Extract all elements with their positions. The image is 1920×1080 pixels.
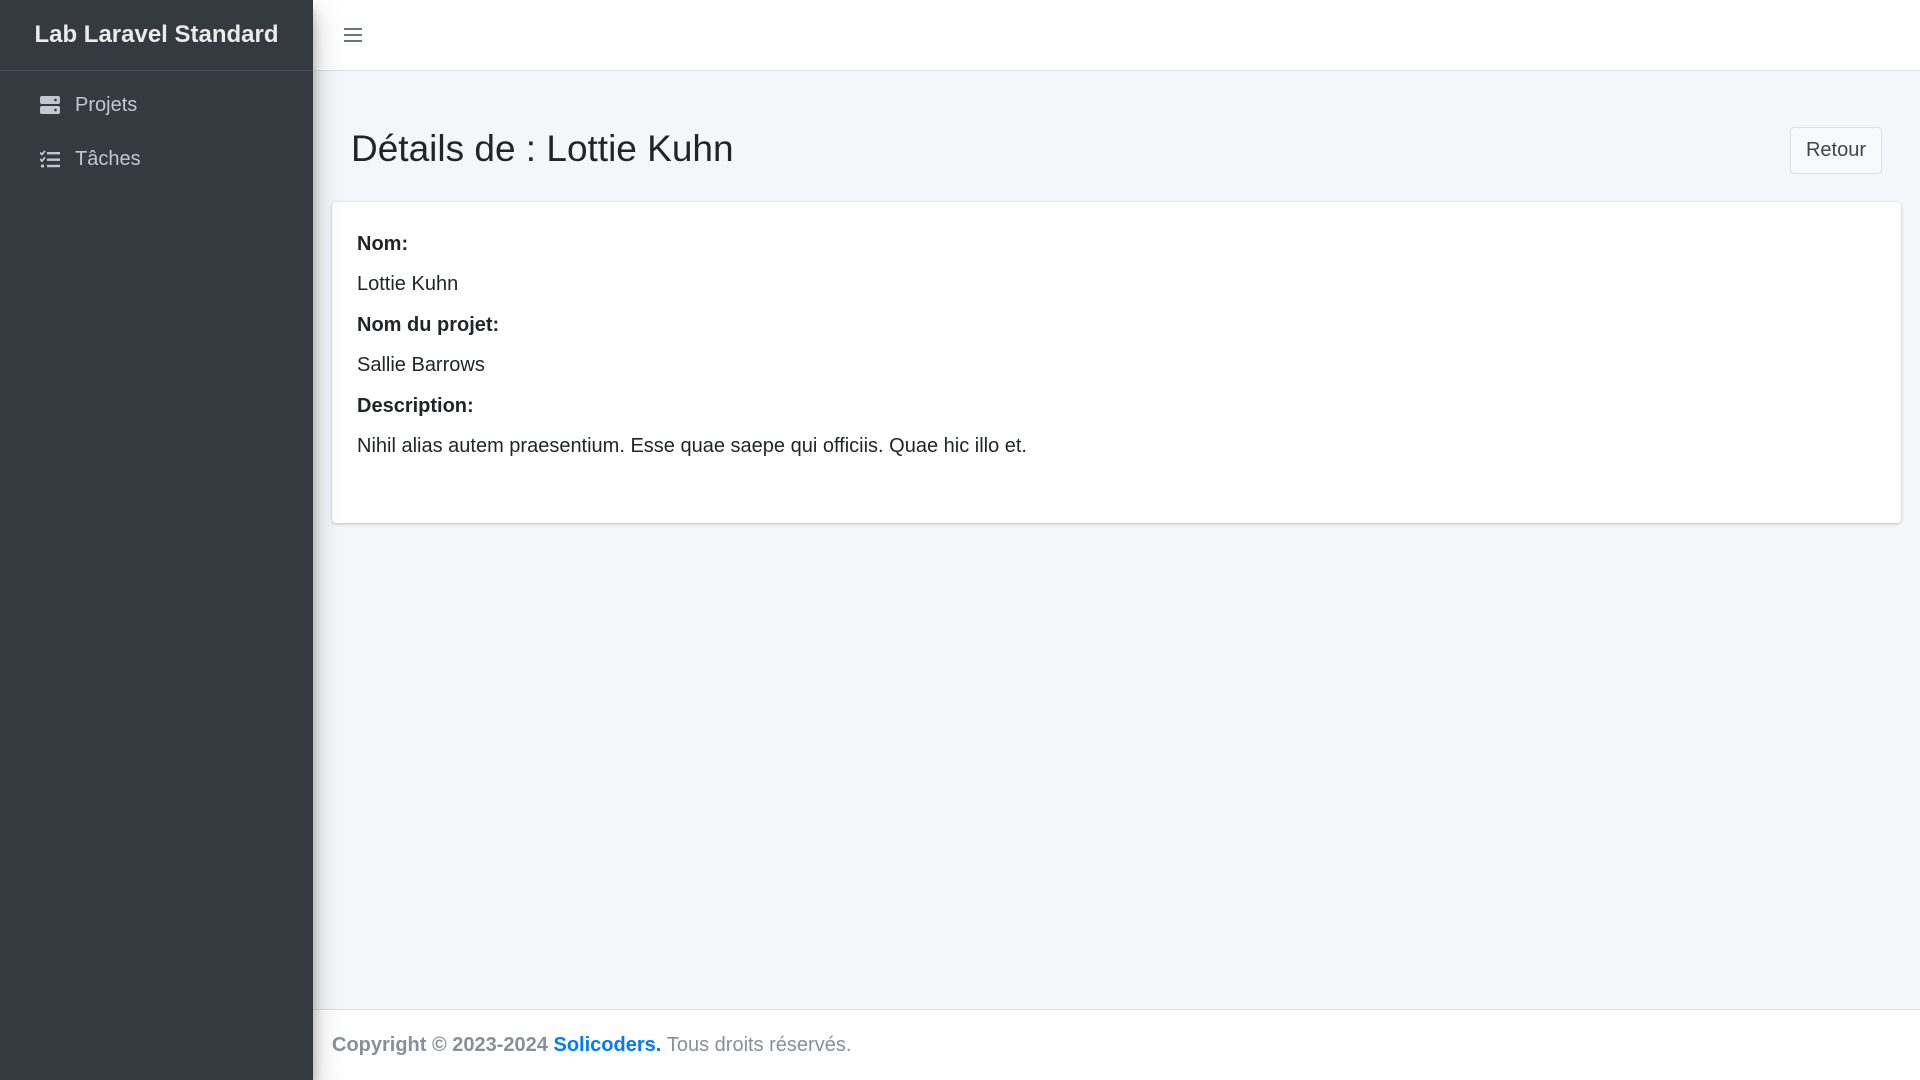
sidebar: Lab Laravel Standard Projets Tâches <box>0 0 313 1080</box>
sidebar-item-label: Tâches <box>75 147 141 170</box>
details-card: Nom: Lottie Kuhn Nom du projet: Sallie B… <box>332 202 1901 523</box>
page-title: Détails de : Lottie Kuhn <box>351 128 734 169</box>
project-value: Sallie Barrows <box>357 354 485 376</box>
project-label: Nom du projet: <box>357 314 500 336</box>
page-header: Détails de : Lottie Kuhn Retour <box>332 71 1901 202</box>
name-label: Nom: <box>357 233 409 255</box>
server-icon <box>39 94 61 116</box>
back-button[interactable]: Retour <box>1789 127 1882 174</box>
company-link[interactable]: Solicoders. <box>554 1034 662 1057</box>
main-content: Détails de : Lottie Kuhn Retour Nom: Lot… <box>313 71 1920 1009</box>
rights-text: Tous droits réservés. <box>666 1033 852 1056</box>
sidebar-nav: Projets Tâches <box>0 71 313 186</box>
description-label: Description: <box>357 395 474 417</box>
tasks-icon <box>39 148 61 170</box>
description-value: Nihil alias autem praesentium. Esse quae… <box>357 435 1027 457</box>
copyright-text: Copyright © 2023-2024 <box>332 1033 548 1056</box>
brand-link[interactable]: Lab Laravel Standard <box>0 0 313 71</box>
hamburger-icon[interactable] <box>340 22 366 48</box>
footer: Copyright © 2023-2024 Solicoders. Tous d… <box>313 1009 1920 1080</box>
brand-title: Lab Laravel Standard <box>34 21 279 48</box>
sidebar-item-label: Projets <box>75 93 138 116</box>
name-value: Lottie Kuhn <box>357 273 459 295</box>
sidebar-item-taches[interactable]: Tâches <box>0 132 313 186</box>
sidebar-item-projets[interactable]: Projets <box>0 78 313 132</box>
top-navbar <box>313 0 1920 71</box>
